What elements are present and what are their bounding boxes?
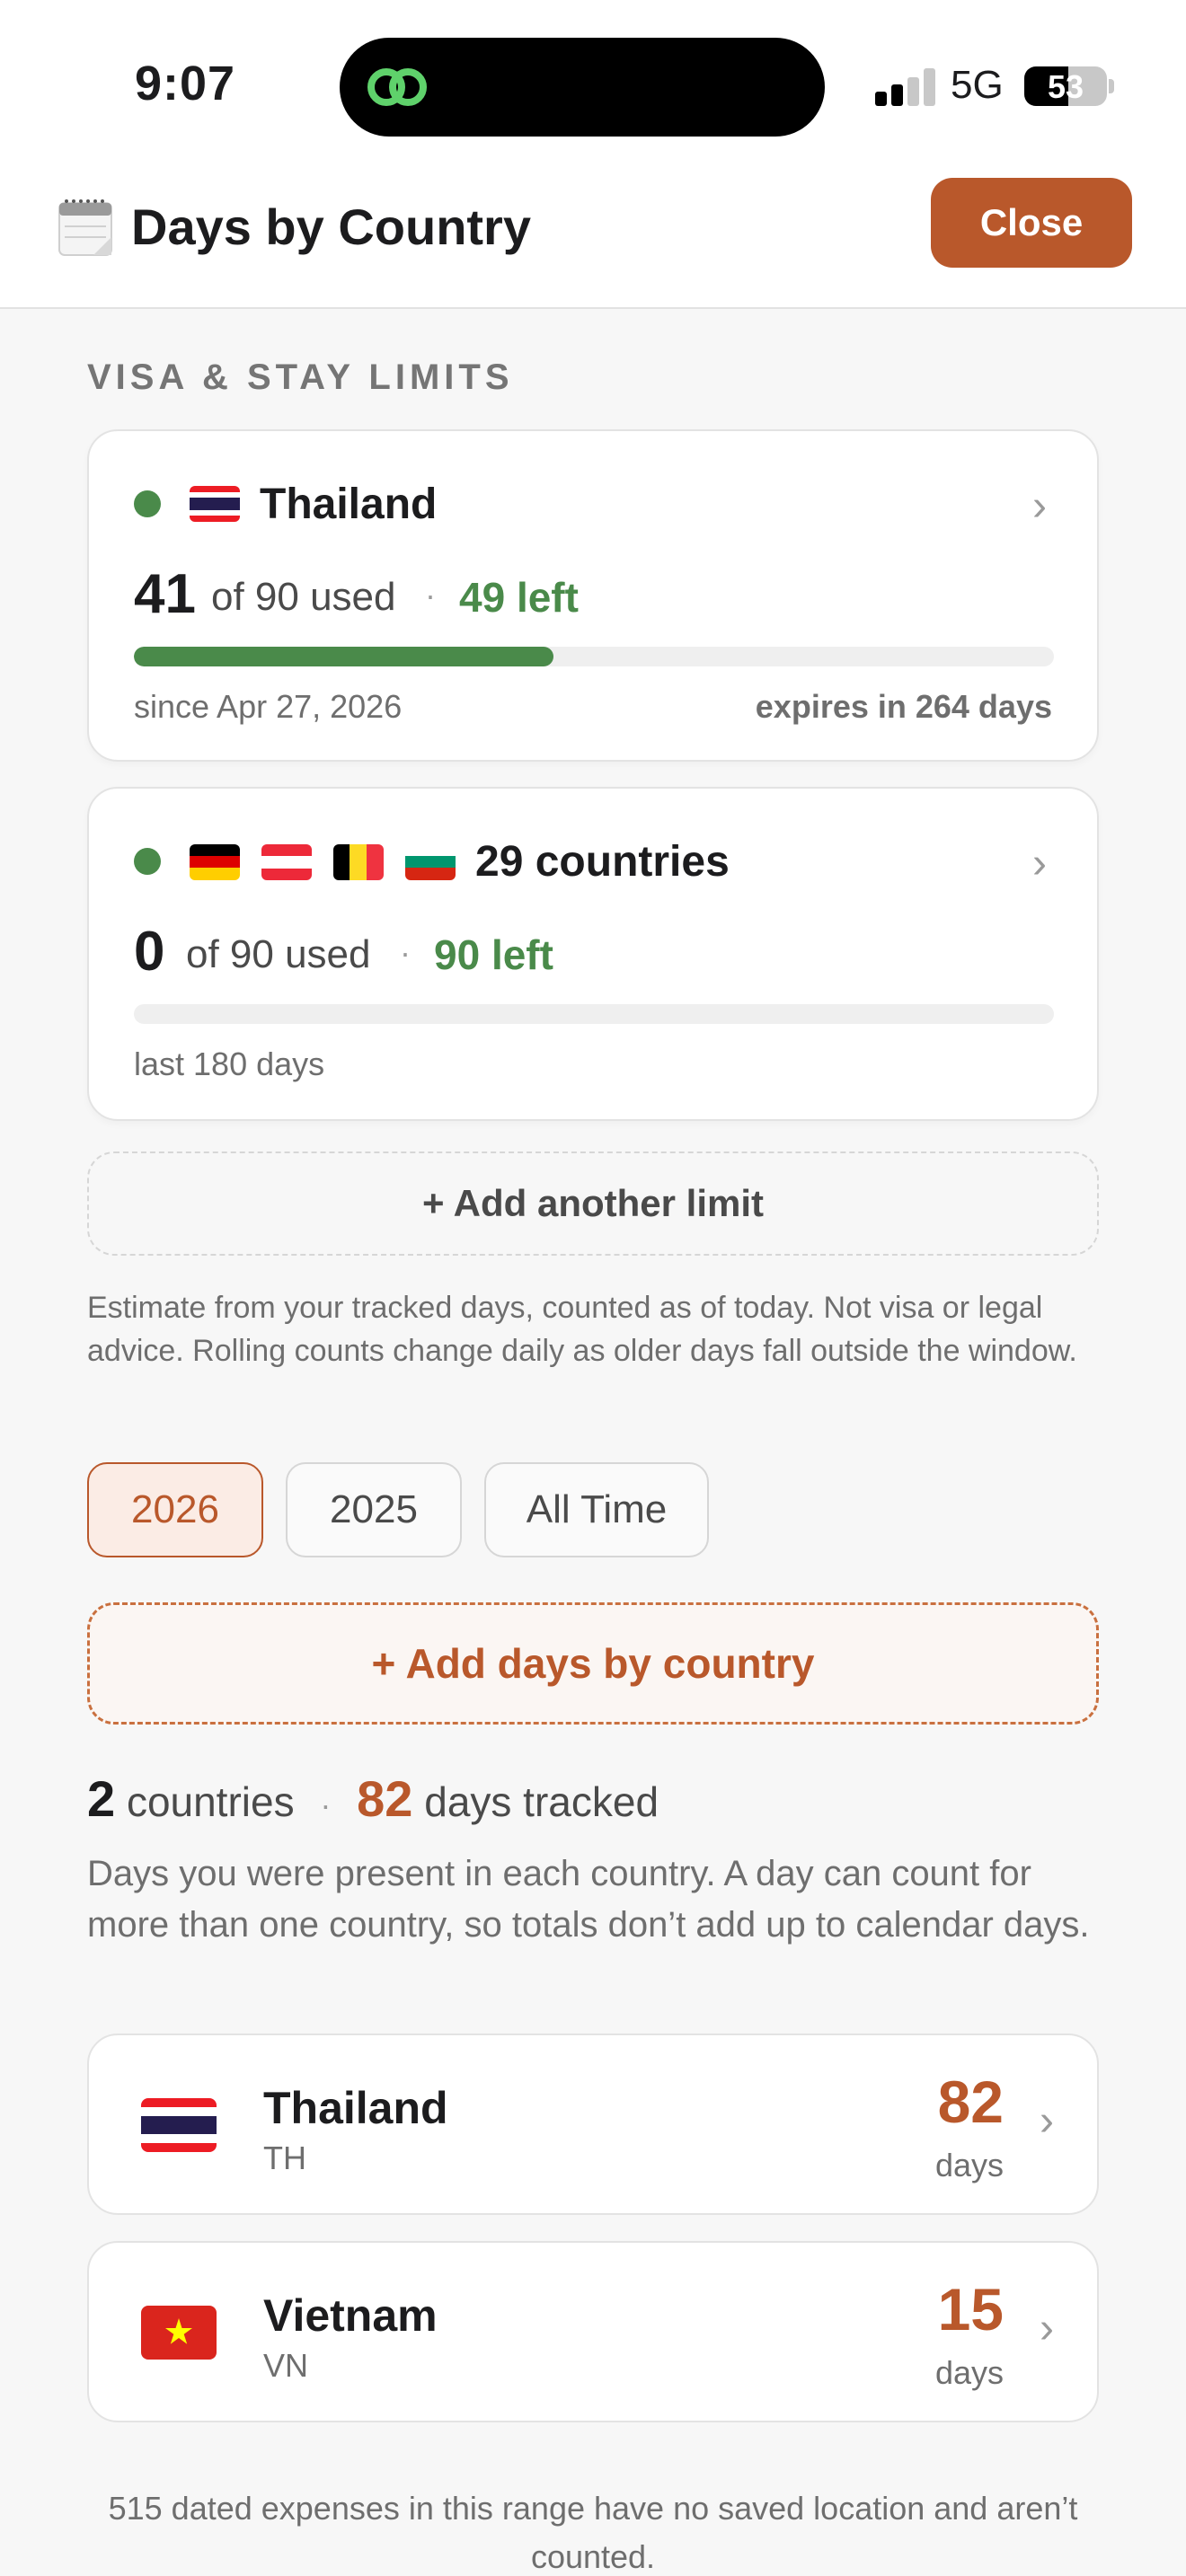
separator-dot: · bbox=[400, 934, 411, 971]
country-code: TH bbox=[263, 2139, 306, 2176]
chevron-right-icon: › bbox=[1032, 482, 1047, 530]
close-button[interactable]: Close bbox=[931, 178, 1132, 268]
summary-explanation: Days you were present in each country. A… bbox=[87, 1854, 1090, 1945]
chevron-right-icon: › bbox=[1040, 2305, 1054, 2352]
page-title: Days by Country bbox=[131, 198, 531, 255]
country-name: Vietnam bbox=[263, 2290, 438, 2341]
thailand-flag-icon bbox=[141, 2098, 217, 2152]
remaining-text: 49 left bbox=[459, 574, 579, 621]
used-count: 0 bbox=[134, 921, 165, 983]
separator-dot: · bbox=[425, 577, 436, 613]
signal-icon bbox=[875, 66, 935, 106]
dynamic-island bbox=[340, 38, 825, 137]
limit-title: 29 countries bbox=[475, 838, 730, 886]
battery-percent: 53 bbox=[1047, 68, 1084, 105]
countries-count: 2 bbox=[87, 1770, 116, 1827]
used-count: 41 bbox=[134, 563, 196, 625]
usage-progress-bar bbox=[134, 647, 1054, 666]
section-label-limits: VISA & STAY LIMITS bbox=[87, 357, 514, 397]
belgium-flag-icon bbox=[333, 844, 384, 880]
summary-line: 2 countries · 82 days tracked bbox=[87, 1769, 659, 1828]
chevron-right-icon: › bbox=[1032, 840, 1047, 887]
tab-2025[interactable]: 2025 bbox=[286, 1462, 462, 1557]
status-time: 9:07 bbox=[135, 57, 236, 110]
days-count: 82 bbox=[357, 1770, 413, 1827]
footer-note: 515 dated expenses in this range have no… bbox=[108, 2490, 1078, 2575]
country-name: Thailand bbox=[263, 2083, 448, 2133]
remaining-text: 90 left bbox=[434, 931, 553, 978]
limit-card-schengen[interactable]: 29 countries › 0 of 90 used · 90 left la… bbox=[87, 787, 1099, 1121]
thailand-flag-icon bbox=[190, 486, 240, 522]
days-label: days tracked bbox=[424, 1778, 659, 1825]
add-limit-button[interactable]: + Add another limit bbox=[87, 1151, 1099, 1256]
chevron-right-icon: › bbox=[1040, 2097, 1054, 2145]
status-bar: 9:07 5G 53 bbox=[0, 0, 1186, 162]
status-dot bbox=[134, 848, 161, 875]
used-text: of 90 used bbox=[186, 932, 371, 976]
countries-label: countries bbox=[126, 1778, 295, 1825]
usage-progress-bar bbox=[134, 1004, 1054, 1024]
limit-card-thailand[interactable]: Thailand › 41 of 90 used · 49 left since… bbox=[87, 429, 1099, 762]
separator-dot: · bbox=[320, 1786, 332, 1823]
window-text: last 180 days bbox=[134, 1045, 325, 1082]
battery-icon: 53 bbox=[1024, 66, 1107, 106]
country-days-count: 82 bbox=[937, 2069, 1004, 2135]
bulgaria-flag-icon bbox=[405, 844, 456, 880]
network-type: 5G bbox=[951, 63, 1004, 107]
add-days-button[interactable]: + Add days by country bbox=[87, 1602, 1099, 1725]
limit-title: Thailand bbox=[260, 481, 438, 528]
tab-2026[interactable]: 2026 bbox=[87, 1462, 263, 1557]
battery-tip bbox=[1109, 79, 1114, 93]
country-code: VN bbox=[263, 2347, 309, 2384]
country-row-thailand[interactable]: Thailand TH 82 days › bbox=[87, 2033, 1099, 2215]
page-header: Days by Country Close bbox=[0, 162, 1186, 309]
country-days-label: days bbox=[934, 2354, 1004, 2391]
country-days-count: 15 bbox=[937, 2276, 1004, 2342]
germany-flag-icon bbox=[190, 844, 240, 880]
disclaimer-text: Estimate from your tracked days, counted… bbox=[87, 1291, 1077, 1368]
country-row-vietnam[interactable]: Vietnam VN 15 days › bbox=[87, 2241, 1099, 2422]
used-text: of 90 used bbox=[211, 575, 396, 619]
link-icon bbox=[367, 68, 427, 106]
country-days-label: days bbox=[934, 2147, 1004, 2183]
usage-progress-fill bbox=[134, 647, 553, 666]
tab-all-time[interactable]: All Time bbox=[484, 1462, 709, 1557]
calendar-icon bbox=[58, 199, 112, 256]
since-date: since Apr 27, 2026 bbox=[134, 688, 403, 725]
status-dot bbox=[134, 490, 161, 517]
vietnam-flag-icon bbox=[141, 2306, 217, 2360]
austria-flag-icon bbox=[261, 844, 312, 880]
expires-text: expires in 264 days bbox=[755, 688, 1052, 725]
